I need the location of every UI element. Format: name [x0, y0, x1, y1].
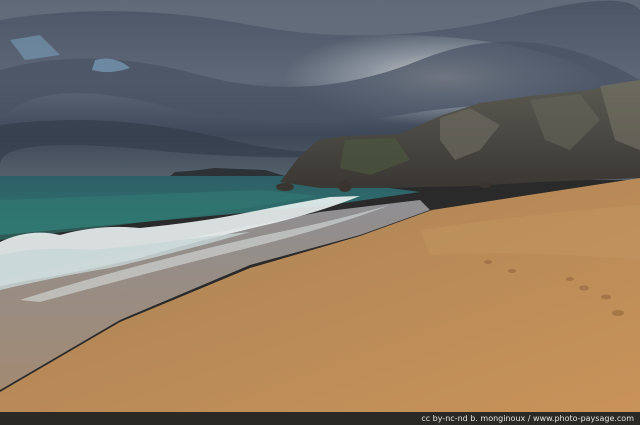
credit-bar: cc by-nc-nd b. monginoux / www.photo-pay… [0, 412, 640, 425]
photo-credit: cc by-nc-nd b. monginoux / www.photo-pay… [421, 414, 634, 423]
beach-landscape-image [0, 0, 640, 412]
beach-photo: cc by-nc-nd b. monginoux / www.photo-pay… [0, 0, 640, 425]
